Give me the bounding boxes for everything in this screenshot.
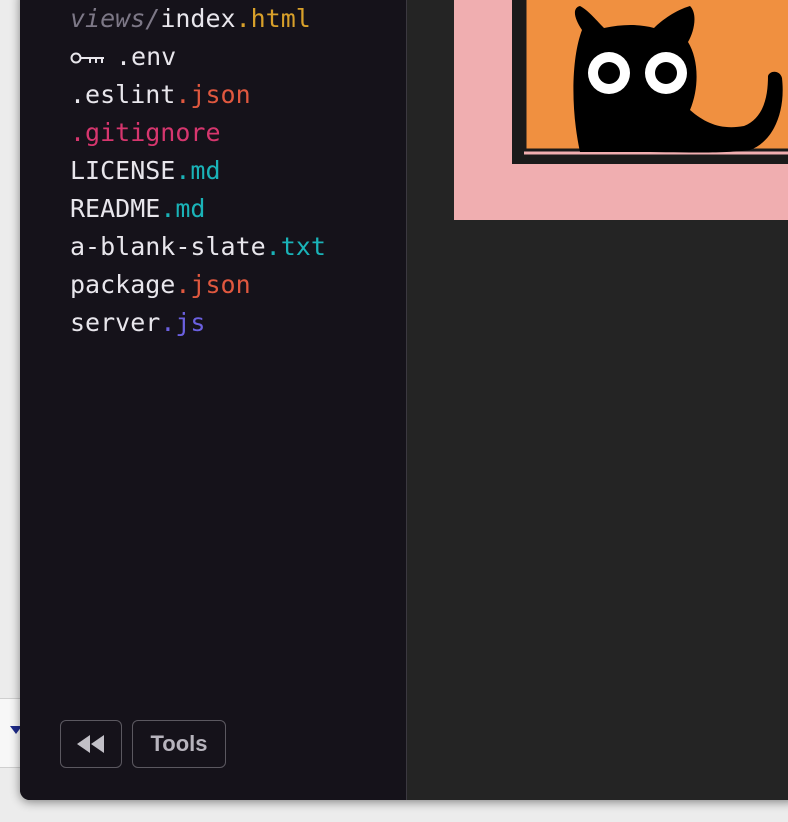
- file-extension: .json: [175, 270, 251, 299]
- file-name: .env: [116, 42, 177, 71]
- file-name: a-blank-slate: [70, 232, 266, 261]
- file-name: .gitignore: [70, 118, 221, 147]
- file-item[interactable]: server.js: [70, 304, 326, 342]
- rewind-button[interactable]: [60, 720, 122, 768]
- file-extension: .json: [175, 80, 251, 109]
- file-name: package: [70, 270, 176, 299]
- file-list: views/index.html .env .eslint.json .gitigno…: [70, 0, 326, 342]
- file-item[interactable]: .gitignore: [70, 114, 326, 152]
- file-name: index: [160, 4, 236, 33]
- rewind-icon: [77, 735, 104, 753]
- file-item[interactable]: .eslint.json: [70, 76, 326, 114]
- file-name: .eslint: [70, 80, 176, 109]
- key-icon: [70, 52, 104, 64]
- file-tree-sidebar: views/index.html .env .eslint.json .gitigno…: [20, 0, 407, 800]
- file-item[interactable]: package.json: [70, 266, 326, 304]
- file-name: LICENSE: [70, 156, 176, 185]
- file-item[interactable]: README.md: [70, 190, 326, 228]
- file-extension: .md: [175, 156, 221, 185]
- file-item[interactable]: views/index.html: [70, 0, 326, 38]
- file-item[interactable]: a-blank-slate.txt: [70, 228, 326, 266]
- file-extension: .html: [235, 4, 311, 33]
- file-extension: .txt: [265, 232, 326, 261]
- file-dir-prefix: views/: [70, 4, 161, 33]
- glitch-editor-window: views/index.html .env .eslint.json .gitigno…: [20, 0, 788, 800]
- app-preview-pane: [407, 0, 788, 800]
- black-cat-illustration: [454, 0, 788, 220]
- sidebar-toolbar: Tools: [60, 720, 226, 768]
- file-extension: .md: [160, 194, 206, 223]
- tools-button[interactable]: Tools: [132, 720, 226, 768]
- file-extension: .js: [160, 308, 206, 337]
- file-item[interactable]: LICENSE.md: [70, 152, 326, 190]
- file-item[interactable]: .env: [70, 38, 326, 76]
- file-name: README: [70, 194, 161, 223]
- file-name: server: [70, 308, 161, 337]
